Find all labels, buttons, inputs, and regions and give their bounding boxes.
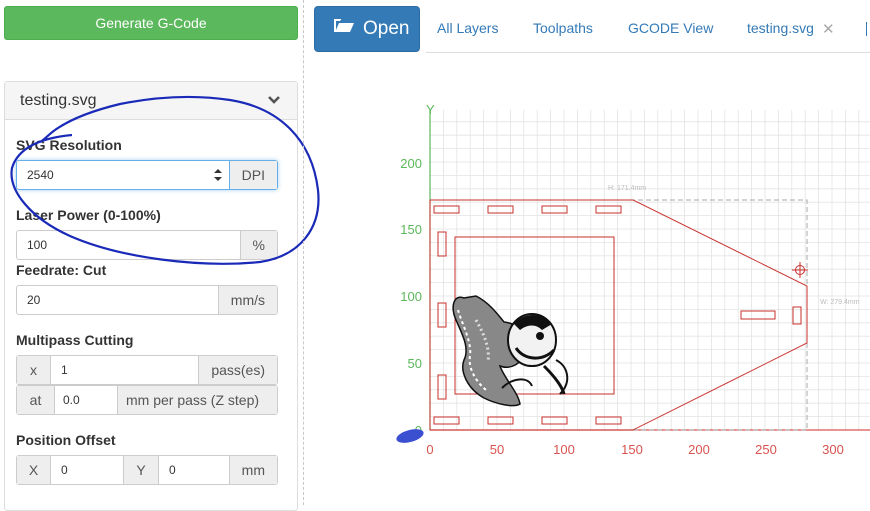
mm-addon: mm [228,456,277,484]
passes-addon: pass(es) [198,356,277,384]
multipass-label: Multipass Cutting [16,332,134,348]
tab-underline [426,52,870,53]
zstep-addon: mm per pass (Z step) [117,386,277,414]
slot [740,310,776,320]
tab-toolpaths[interactable]: Toolpaths [533,20,593,36]
slot [433,416,460,425]
percent-addon: % [239,231,277,259]
zstep-input[interactable]: 0.0 [55,386,117,414]
y-tick: 100 [400,289,422,304]
x-tick: 300 [822,442,844,457]
svg-resolution-input[interactable]: 2540 [17,161,207,189]
svg-resolution-label: SVG Resolution [16,137,122,153]
x-tick: 200 [688,442,710,457]
x-prefix: x [17,356,51,384]
x-offset-prefix: X [17,456,51,484]
x-tick: 0 [426,442,433,457]
y-tick: 150 [400,222,422,237]
x-tick: 50 [490,442,504,457]
panel-file-title: testing.svg [20,92,97,109]
feedrate-input[interactable]: 20 [17,286,218,314]
more-tab-edge[interactable] [866,22,870,36]
generate-gcode-button[interactable]: Generate G-Code [4,6,298,40]
feedrate-label: Feedrate: Cut [16,262,107,278]
dpi-addon: DPI [228,161,277,189]
slot [541,416,568,425]
panel-divider [303,0,304,505]
left-panel: Generate G-Code testing.svg SVG Resoluti… [0,0,320,511]
height-dimension-label: H: 171.4mm [608,185,646,192]
spinner-icon[interactable] [207,161,229,189]
slot [487,416,514,425]
close-icon[interactable]: ✕ [822,20,835,38]
passes-input[interactable]: 1 [51,356,198,384]
x-tick-labels: 0 50 100 150 200 250 300 [426,442,843,457]
x-tick: 100 [553,442,575,457]
y-tick-labels: 200 150 100 50 0 [400,156,422,438]
open-label: Open [363,18,410,40]
passes-group: x 1 pass(es) [16,355,278,385]
folder-open-icon [333,7,355,51]
svg-resolution-group: 2540 DPI [16,160,278,190]
offset-group: X 0 Y 0 mm [16,455,278,485]
mms-addon: mm/s [217,286,277,314]
slot [437,374,447,400]
width-dimension-label: W: 279.4mm [820,299,860,306]
slot [433,205,460,214]
y-offset-input[interactable]: 0 [159,456,229,484]
slot [487,205,514,214]
y-tick: 50 [408,356,422,371]
laser-power-input[interactable]: 100 [17,231,240,259]
feedrate-group: 20 mm/s [16,285,278,315]
open-file-button[interactable]: Open [314,6,420,52]
slot [437,231,447,257]
y-tick: 200 [400,156,422,171]
slot [437,302,447,328]
y-offset-prefix: Y [123,456,159,484]
position-offset-label: Position Offset [16,432,116,448]
zstep-group: at 0.0 mm per pass (Z step) [16,385,278,415]
workspace-viewer[interactable]: Y 200 150 100 50 0 0 50 100 150 200 250 … [392,98,870,460]
x-tick: 250 [755,442,777,457]
at-prefix: at [17,386,55,414]
x-tick: 150 [621,442,643,457]
chevron-down-icon[interactable] [267,93,281,107]
tab-testing-svg[interactable]: testing.svg [747,20,814,36]
tab-all-layers[interactable]: All Layers [437,20,498,36]
slot [541,205,568,214]
panel-header[interactable]: testing.svg [5,82,297,120]
laser-power-label: Laser Power (0-100%) [16,207,161,223]
laser-power-group: 100 % [16,230,278,260]
tab-gcode-view[interactable]: GCODE View [628,20,713,36]
x-offset-input[interactable]: 0 [51,456,123,484]
y-axis-title: Y [426,102,435,117]
